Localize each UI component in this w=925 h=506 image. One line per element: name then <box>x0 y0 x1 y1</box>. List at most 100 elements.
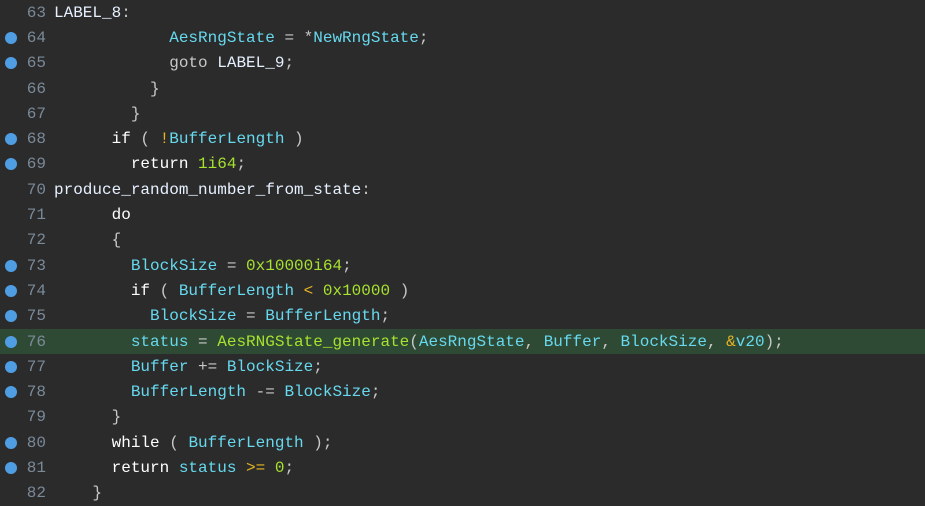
token-kwflow: do <box>112 206 131 224</box>
line-number: 82 <box>22 484 50 502</box>
code-line[interactable]: 79 } <box>0 405 925 430</box>
breakpoint-icon[interactable] <box>5 260 17 272</box>
token-default: } <box>54 484 102 502</box>
token-ident: status <box>179 459 237 477</box>
breakpoint-icon[interactable] <box>5 437 17 449</box>
code-line[interactable]: 65 goto LABEL_9; <box>0 51 925 76</box>
token-default: -= <box>246 383 284 401</box>
code-content[interactable]: } <box>50 105 140 123</box>
breakpoint-icon[interactable] <box>5 57 17 69</box>
breakpoint-icon[interactable] <box>5 133 17 145</box>
breakpoint-icon[interactable] <box>5 285 17 297</box>
code-content[interactable]: produce_random_number_from_state: <box>50 181 371 199</box>
code-line[interactable]: 64 AesRngState = *NewRngState; <box>0 25 925 50</box>
token-num: 1i64 <box>198 155 236 173</box>
line-number: 65 <box>22 54 50 72</box>
token-ident: BlockSize <box>621 333 707 351</box>
code-content[interactable]: if ( BufferLength < 0x10000 ) <box>50 282 409 300</box>
code-line[interactable]: 71 do <box>0 202 925 227</box>
code-line[interactable]: 80 while ( BufferLength ); <box>0 430 925 455</box>
code-line[interactable]: 82 } <box>0 481 925 506</box>
code-line[interactable]: 81 return status >= 0; <box>0 455 925 480</box>
breakpoint-gutter[interactable] <box>0 361 22 373</box>
breakpoint-icon[interactable] <box>5 158 17 170</box>
line-number: 63 <box>22 4 50 22</box>
code-line[interactable]: 63LABEL_8: <box>0 0 925 25</box>
code-line[interactable]: 69 return 1i64; <box>0 152 925 177</box>
code-line[interactable]: 68 if ( !BufferLength ) <box>0 126 925 151</box>
breakpoint-icon[interactable] <box>5 462 17 474</box>
token-default <box>294 282 304 300</box>
code-line[interactable]: 73 BlockSize = 0x10000i64; <box>0 253 925 278</box>
code-line[interactable]: 67 } <box>0 101 925 126</box>
code-content[interactable]: BlockSize = 0x10000i64; <box>50 257 352 275</box>
token-punct: ; <box>313 358 323 376</box>
code-line[interactable]: 77 Buffer += BlockSize; <box>0 354 925 379</box>
breakpoint-gutter[interactable] <box>0 260 22 272</box>
token-punct: : <box>361 181 371 199</box>
token-default <box>54 459 112 477</box>
token-ident: NewRngState <box>313 29 419 47</box>
code-content[interactable]: return status >= 0; <box>50 459 294 477</box>
token-ident: BlockSize <box>227 358 313 376</box>
code-content[interactable]: BufferLength -= BlockSize; <box>50 383 380 401</box>
breakpoint-gutter[interactable] <box>0 57 22 69</box>
token-default: ); <box>765 333 784 351</box>
breakpoint-icon[interactable] <box>5 336 17 348</box>
code-content[interactable]: status = AesRNGState_generate(AesRngStat… <box>50 333 784 351</box>
token-default: = <box>188 333 217 351</box>
code-content[interactable]: AesRngState = *NewRngState; <box>50 29 428 47</box>
breakpoint-icon[interactable] <box>5 32 17 44</box>
line-number: 81 <box>22 459 50 477</box>
code-content[interactable]: { <box>50 231 121 249</box>
code-content[interactable]: do <box>50 206 131 224</box>
breakpoint-icon[interactable] <box>5 386 17 398</box>
token-default: , <box>707 333 726 351</box>
code-content[interactable]: } <box>50 80 160 98</box>
breakpoint-gutter[interactable] <box>0 336 22 348</box>
token-default <box>54 29 169 47</box>
breakpoint-gutter[interactable] <box>0 386 22 398</box>
code-line[interactable]: 75 BlockSize = BufferLength; <box>0 304 925 329</box>
code-content[interactable]: if ( !BufferLength ) <box>50 130 304 148</box>
line-number: 73 <box>22 257 50 275</box>
code-line[interactable]: 78 BufferLength -= BlockSize; <box>0 379 925 404</box>
code-editor[interactable]: 63LABEL_8:64 AesRngState = *NewRngState;… <box>0 0 925 506</box>
breakpoint-gutter[interactable] <box>0 462 22 474</box>
token-num: 0x10000 <box>323 282 390 300</box>
breakpoint-gutter[interactable] <box>0 158 22 170</box>
code-content[interactable]: } <box>50 408 121 426</box>
line-number: 64 <box>22 29 50 47</box>
code-content[interactable]: while ( BufferLength ); <box>50 434 332 452</box>
code-line[interactable]: 72 { <box>0 228 925 253</box>
code-line[interactable]: 74 if ( BufferLength < 0x10000 ) <box>0 278 925 303</box>
token-default: } <box>54 105 140 123</box>
line-number: 76 <box>22 333 50 351</box>
breakpoint-gutter[interactable] <box>0 285 22 297</box>
code-line[interactable]: 66 } <box>0 76 925 101</box>
breakpoint-icon[interactable] <box>5 361 17 373</box>
breakpoint-gutter[interactable] <box>0 133 22 145</box>
breakpoint-gutter[interactable] <box>0 32 22 44</box>
breakpoint-icon[interactable] <box>5 310 17 322</box>
code-content[interactable]: goto LABEL_9; <box>50 54 294 72</box>
code-line[interactable]: 70produce_random_number_from_state: <box>0 177 925 202</box>
token-default <box>54 206 112 224</box>
token-ident: AesRngState <box>419 333 525 351</box>
breakpoint-gutter[interactable] <box>0 437 22 449</box>
token-default: = <box>236 307 265 325</box>
code-line[interactable]: 76 status = AesRNGState_generate(AesRngS… <box>0 329 925 354</box>
token-num: 0x10000i64 <box>246 257 342 275</box>
code-content[interactable]: LABEL_8: <box>50 4 131 22</box>
token-default <box>54 307 150 325</box>
code-content[interactable]: } <box>50 484 102 502</box>
token-ident: BlockSize <box>131 257 217 275</box>
code-content[interactable]: Buffer += BlockSize; <box>50 358 323 376</box>
token-op: & <box>726 333 736 351</box>
token-op: >= <box>246 459 265 477</box>
code-content[interactable]: return 1i64; <box>50 155 246 173</box>
code-content[interactable]: BlockSize = BufferLength; <box>50 307 390 325</box>
breakpoint-gutter[interactable] <box>0 310 22 322</box>
token-default: } <box>54 80 160 98</box>
token-ident: Buffer <box>131 358 189 376</box>
